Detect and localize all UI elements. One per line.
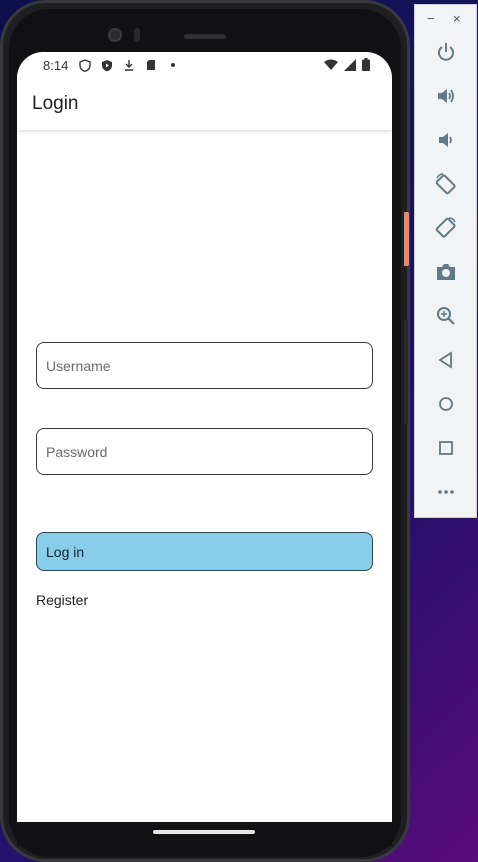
camera-sensor (134, 28, 140, 42)
overview-icon[interactable] (433, 435, 459, 461)
emulator-toolbar: − × (414, 4, 477, 518)
wifi-icon (324, 59, 338, 71)
status-time: 8:14 (43, 57, 69, 73)
shield-icon (78, 58, 92, 72)
play-protect-icon (100, 58, 114, 72)
login-button[interactable]: Log in (36, 532, 373, 571)
app-screen: 8:14 Login Username Password Log in Regi… (17, 52, 392, 822)
page-title: Login (32, 93, 79, 114)
power-icon[interactable] (433, 39, 459, 65)
zoom-icon[interactable] (433, 303, 459, 329)
front-camera (108, 28, 122, 42)
login-button-label: Log in (46, 543, 85, 560)
camera-icon[interactable] (433, 259, 459, 285)
navigation-bar (17, 822, 392, 846)
minimize-button[interactable]: − (427, 11, 435, 26)
volume-up-icon[interactable] (433, 83, 459, 109)
username-input[interactable]: Username (36, 342, 373, 389)
volume-keys[interactable] (404, 320, 408, 424)
power-key[interactable] (404, 212, 409, 266)
home-gesture-handle[interactable] (153, 830, 255, 834)
status-bar: 8:14 (17, 52, 392, 78)
back-icon[interactable] (433, 347, 459, 373)
volume-down-icon[interactable] (433, 127, 459, 153)
status-right-icons (324, 58, 370, 71)
username-placeholder: Username (46, 357, 111, 374)
rotate-left-icon[interactable] (433, 171, 459, 197)
toolbar-window-controls: − × (415, 11, 478, 27)
register-link[interactable]: Register (36, 592, 88, 608)
notification-dot-icon (166, 58, 180, 72)
close-button[interactable]: × (453, 11, 461, 26)
rotate-right-icon[interactable] (433, 215, 459, 241)
home-icon[interactable] (433, 391, 459, 417)
more-icon[interactable] (433, 479, 459, 505)
sd-card-icon (144, 58, 158, 72)
password-placeholder: Password (46, 443, 108, 460)
earpiece-speaker (184, 34, 226, 39)
signal-icon (344, 58, 356, 71)
battery-icon (362, 58, 370, 71)
password-input[interactable]: Password (36, 428, 373, 475)
app-bar: Login (17, 78, 392, 130)
download-icon (122, 58, 136, 72)
